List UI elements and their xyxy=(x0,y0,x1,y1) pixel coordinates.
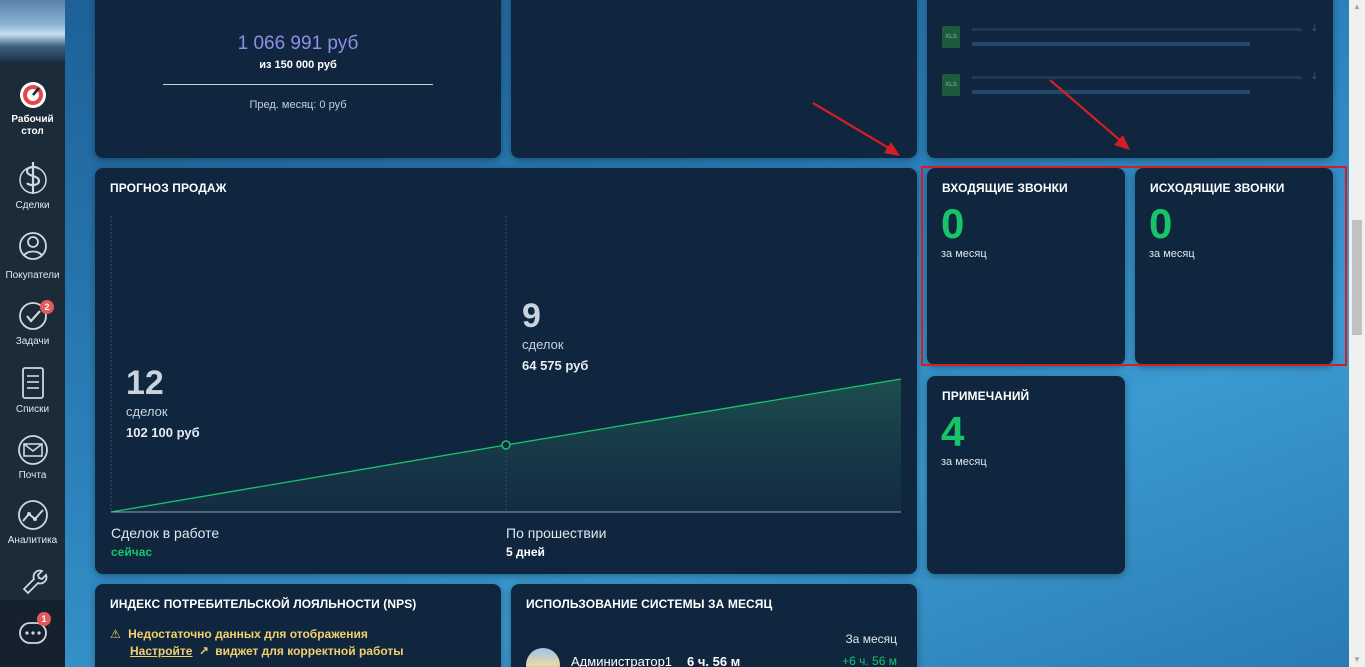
page-scrollbar[interactable]: ▲ ▼ xyxy=(1349,0,1365,667)
annotation-arrows xyxy=(812,79,1130,156)
scroll-up-icon[interactable]: ▲ xyxy=(1352,2,1362,12)
scrollbar-thumb[interactable] xyxy=(1352,220,1362,335)
scroll-down-icon[interactable]: ▼ xyxy=(1352,655,1362,665)
arrow-right-line xyxy=(1049,79,1123,143)
arrow-left-line xyxy=(812,102,893,151)
arrow-left-head xyxy=(884,142,900,156)
